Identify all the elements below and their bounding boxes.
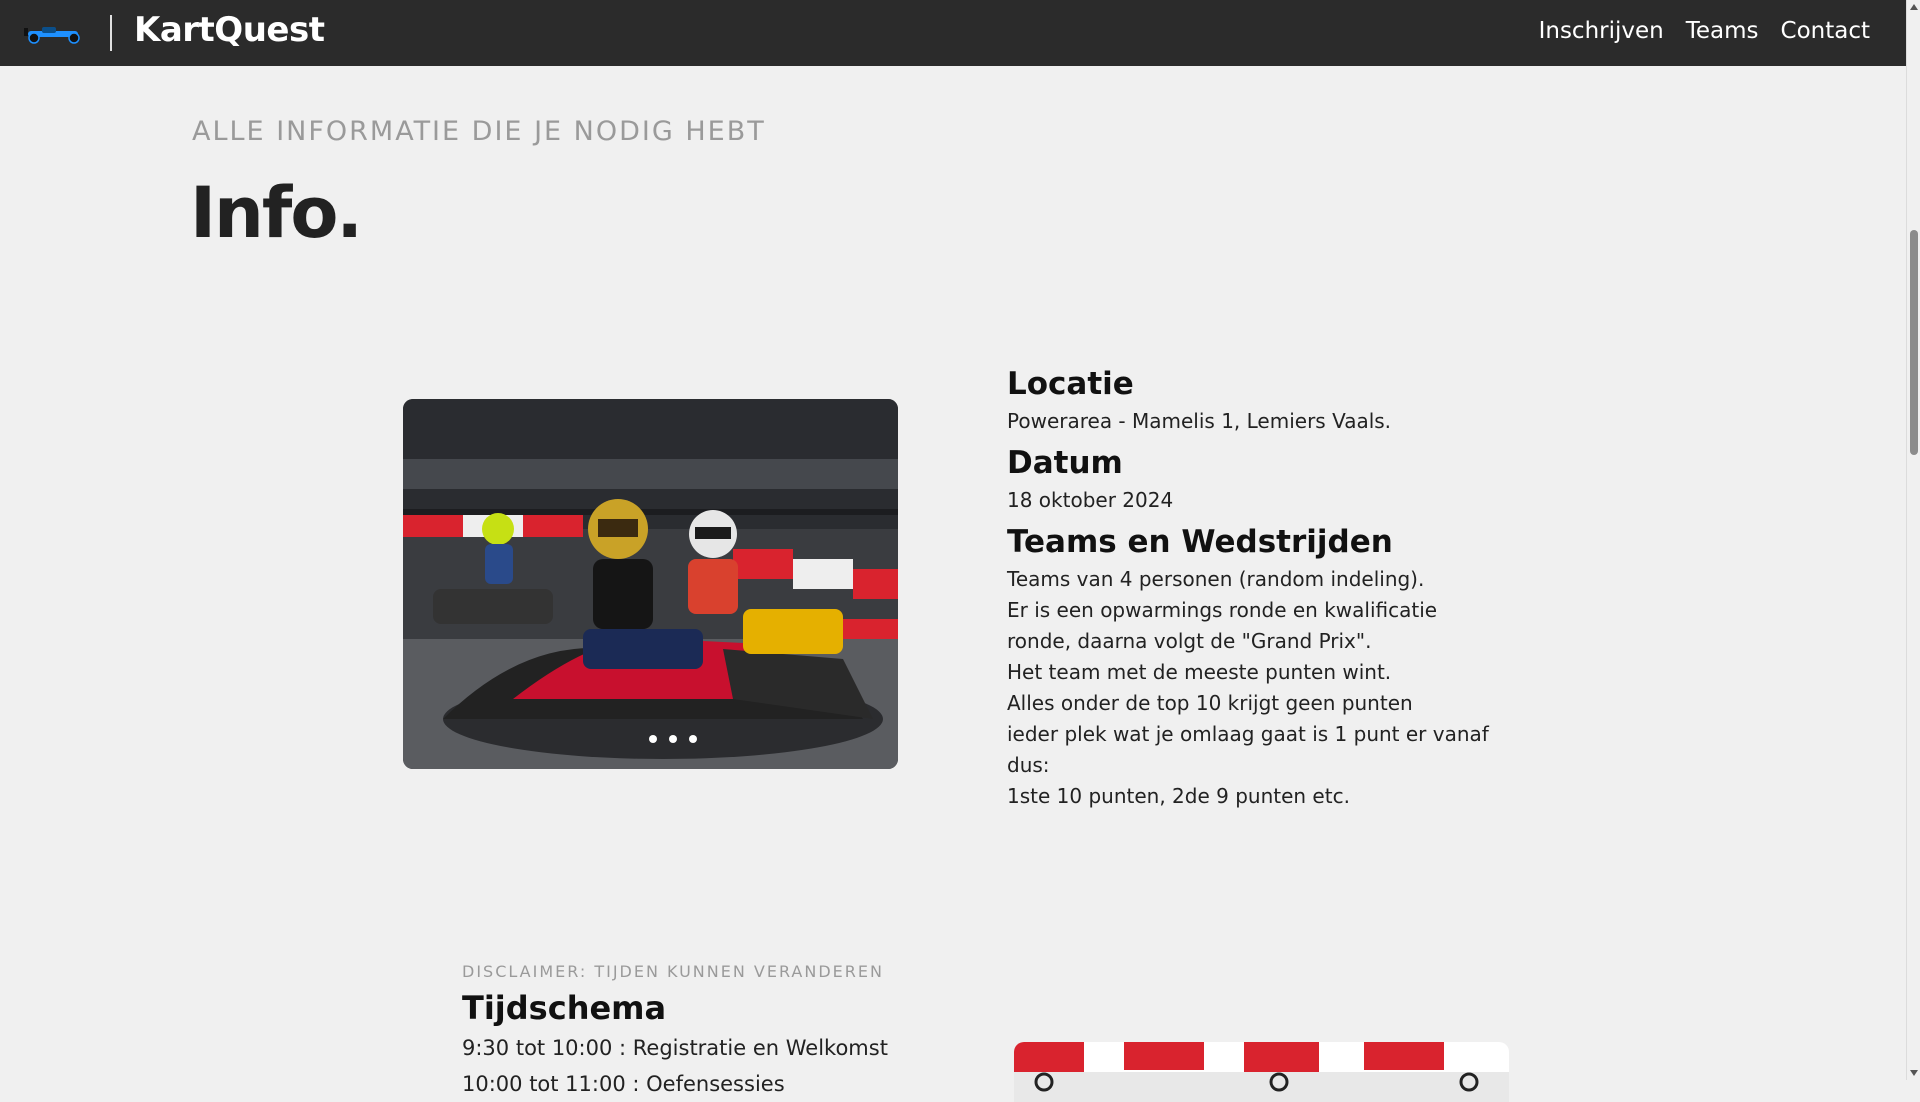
nav-link-teams[interactable]: Teams xyxy=(1686,18,1759,44)
brand-name[interactable]: KartQuest xyxy=(134,10,325,50)
teams-line: dus: xyxy=(1007,753,1050,777)
teams-heading: Teams en Wedstrijden xyxy=(1007,524,1393,560)
karting-photo xyxy=(403,399,898,769)
teams-line: Teams van 4 personen (random indeling). xyxy=(1007,567,1425,591)
top-navbar: KartQuest Inschrijven Teams Contact xyxy=(0,0,1906,66)
nav-link-inschrijven[interactable]: Inschrijven xyxy=(1539,18,1664,44)
teams-line: ieder plek wat je omlaag gaat is 1 punt … xyxy=(1007,722,1489,746)
schedule-item: 10:00 tot 11:00 : Oefensessies xyxy=(462,1072,785,1096)
date-heading: Datum xyxy=(1007,445,1123,481)
teams-line: ronde, daarna volgt de "Grand Prix". xyxy=(1007,629,1372,653)
vertical-scrollbar[interactable] xyxy=(1906,0,1920,1080)
scroll-up-arrow-icon[interactable] xyxy=(1910,4,1918,10)
teams-line: Het team met de meeste punten wint. xyxy=(1007,660,1392,684)
info-block: Locatie Powerarea - Mamelis 1, Lemiers V… xyxy=(1007,362,1527,812)
schedule-disclaimer: DISCLAIMER: TIJDEN KUNNEN VERANDEREN xyxy=(462,962,884,981)
schedule-block: DISCLAIMER: TIJDEN KUNNEN VERANDEREN Tij… xyxy=(462,962,982,1099)
main-nav: Inschrijven Teams Contact xyxy=(1539,18,1870,44)
track-photo xyxy=(1014,1042,1509,1102)
schedule-title: Tijdschema xyxy=(462,989,667,1027)
schedule-item: 9:30 tot 10:00 : Registratie en Welkomst xyxy=(462,1036,888,1060)
scroll-down-arrow-icon[interactable] xyxy=(1910,1070,1918,1076)
teams-line: Alles onder de top 10 krijgt geen punten xyxy=(1007,691,1413,715)
location-heading: Locatie xyxy=(1007,366,1134,402)
scrollbar-thumb[interactable] xyxy=(1910,230,1918,455)
section-eyebrow: ALLE INFORMATIE DIE JE NODIG HEBT xyxy=(192,116,766,147)
location-text: Powerarea - Mamelis 1, Lemiers Vaals. xyxy=(1007,409,1392,433)
page-title: Info. xyxy=(190,172,363,254)
nav-link-contact[interactable]: Contact xyxy=(1781,18,1870,44)
teams-line: Er is een opwarmings ronde en kwalificat… xyxy=(1007,598,1438,622)
date-text: 18 oktober 2024 xyxy=(1007,488,1174,512)
teams-line: 1ste 10 punten, 2de 9 punten etc. xyxy=(1007,784,1350,808)
logo-divider xyxy=(110,15,112,51)
go-kart-icon[interactable] xyxy=(22,22,88,44)
